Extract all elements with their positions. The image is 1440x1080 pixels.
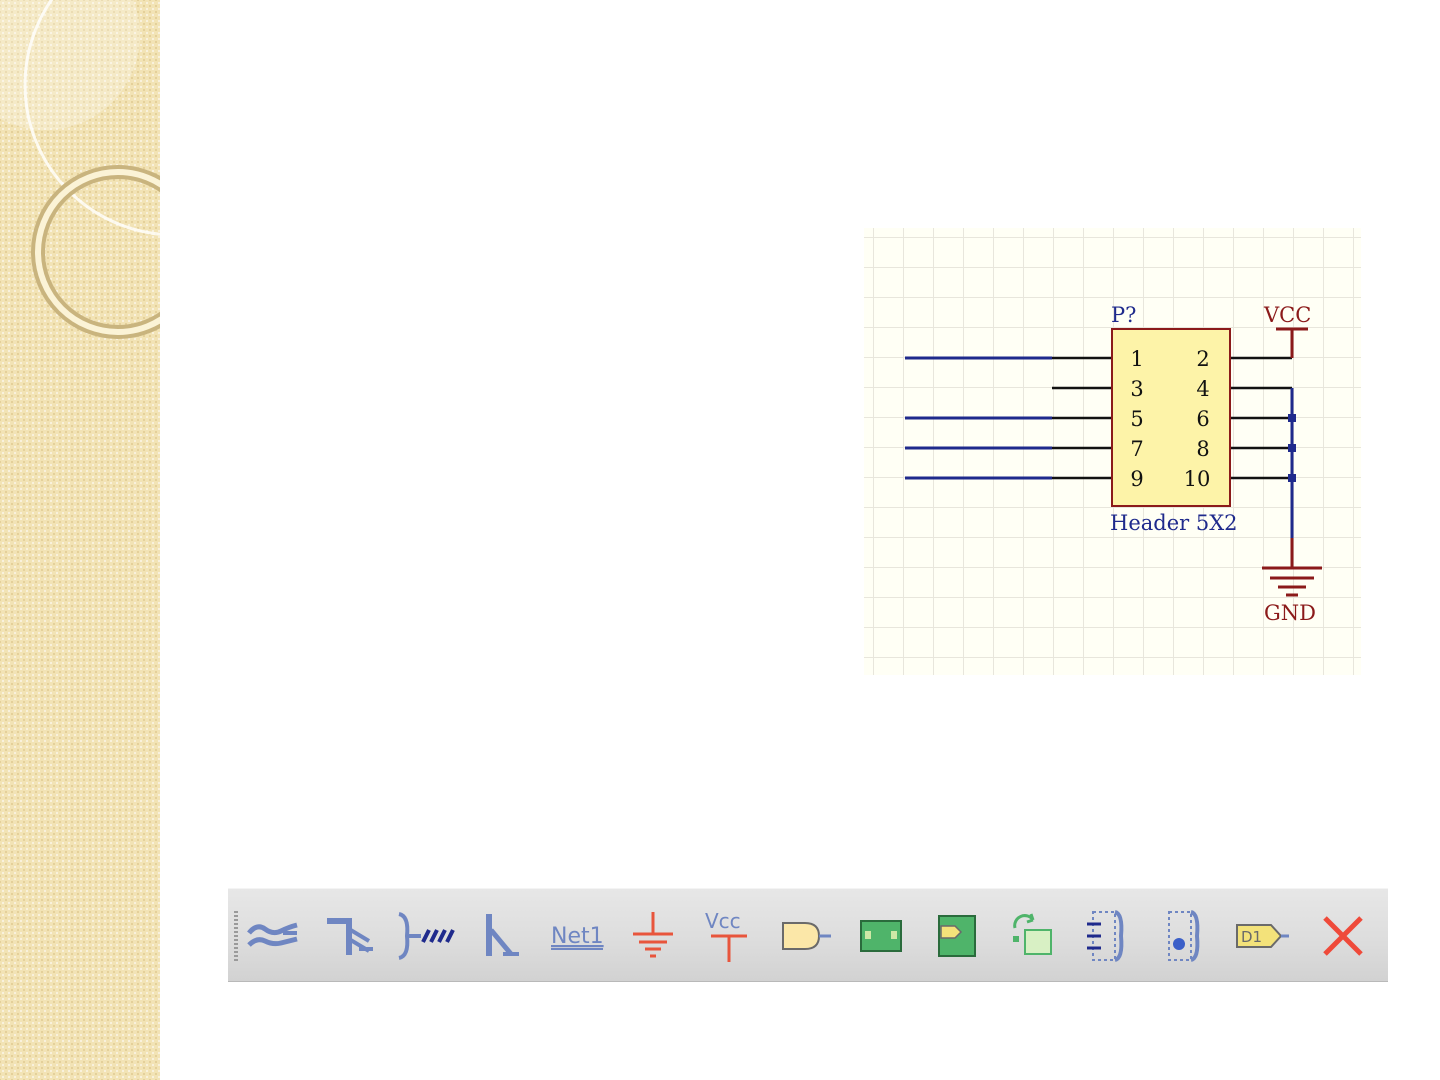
pin-number: 9: [1130, 467, 1143, 491]
pin-number: 2: [1196, 347, 1209, 371]
decorative-rings: [0, 0, 160, 339]
left-pins: [1052, 356, 1112, 480]
place-harness-connector-icon: [1087, 910, 1124, 962]
vcc-power-port: [1276, 327, 1308, 358]
place-bus-button[interactable]: [240, 903, 306, 969]
vcc-label: VCC: [1263, 303, 1311, 327]
pin-number: 7: [1130, 437, 1143, 461]
place-sheet-entry-icon: [938, 915, 976, 957]
gnd-power-port-icon: [633, 912, 673, 958]
left-wires: [905, 356, 1052, 480]
place-wire-icon: [486, 914, 519, 956]
pin-number: 6: [1196, 407, 1209, 431]
wiring-toolbar: Net1 Vcc D1: [228, 888, 1388, 982]
toolbar-grip[interactable]: [234, 911, 238, 963]
net-label-text: Net1: [551, 924, 604, 949]
gnd-label: GND: [1264, 601, 1316, 625]
designator-label: P?: [1111, 303, 1136, 327]
place-no-erc-button[interactable]: [1310, 903, 1376, 969]
place-harness-connector-button[interactable]: [1076, 903, 1142, 969]
place-bus-entry-icon: [327, 918, 373, 955]
place-bus-icon: [247, 922, 298, 947]
place-part-icon: [782, 922, 831, 950]
place-harness-entry-button[interactable]: [1152, 903, 1218, 969]
place-sheet-symbol-icon: [860, 920, 902, 952]
gnd-power-port-button[interactable]: [620, 903, 686, 969]
decorative-sidebar: [0, 0, 160, 1080]
place-device-sheet-button[interactable]: [1000, 903, 1066, 969]
place-wire-button[interactable]: [468, 903, 534, 969]
place-no-erc-icon: [1323, 916, 1363, 956]
vcc-power-port-button[interactable]: Vcc: [696, 903, 762, 969]
port-button-text: D1: [1241, 928, 1262, 946]
pin-number: 4: [1196, 377, 1209, 401]
place-harness-entry-icon: [1168, 910, 1200, 962]
pin-number: 3: [1130, 377, 1143, 401]
place-part-button[interactable]: [772, 903, 838, 969]
pin-number: 10: [1184, 467, 1211, 491]
vcc-power-port-icon: Vcc: [705, 909, 747, 962]
component-name-label: Header 5X2: [1110, 511, 1238, 535]
place-bus-entry-button[interactable]: [316, 903, 382, 969]
place-wire-harness-button[interactable]: [392, 903, 458, 969]
place-sheet-entry-button[interactable]: [924, 903, 990, 969]
place-wire-harness-icon: [398, 912, 455, 960]
pin-number: 8: [1196, 437, 1209, 461]
place-port-button[interactable]: D1: [1228, 903, 1294, 969]
place-net-label-button[interactable]: Net1: [544, 903, 610, 969]
schematic-view: P? VCC Header 5X2 GND 1 3 5 7 9 2 4 6 8 …: [864, 228, 1361, 675]
pin-number: 5: [1130, 407, 1143, 431]
place-net-label-icon: Net1: [551, 924, 604, 950]
place-device-sheet-icon: [1013, 913, 1052, 955]
vcc-button-text: Vcc: [705, 909, 741, 933]
right-pins: [1231, 356, 1292, 480]
gnd-power-port: [1262, 538, 1322, 597]
place-sheet-symbol-button[interactable]: [848, 903, 914, 969]
pin-number: 1: [1130, 347, 1143, 371]
place-port-icon: D1: [1236, 924, 1289, 948]
